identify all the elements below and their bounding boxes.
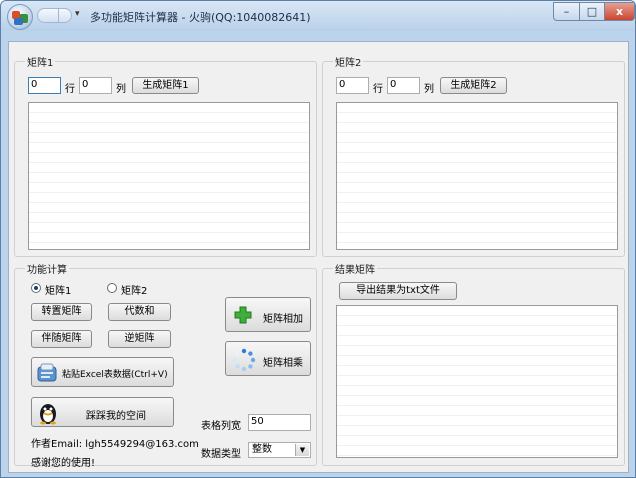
generate-matrix1-button[interactable]: 生成矩阵1 <box>132 77 199 94</box>
matrix1-cols-label: 列 <box>116 84 126 95</box>
adjoint-button[interactable]: 伴随矩阵 <box>31 330 92 348</box>
matrix1-radio[interactable] <box>31 283 41 293</box>
matrix2-radio[interactable] <box>107 283 117 293</box>
quick-access-back-button[interactable] <box>37 8 59 23</box>
matrix2-cols-input[interactable]: 0 <box>387 77 420 94</box>
quick-access-forward-button[interactable] <box>58 8 72 23</box>
inverse-button[interactable]: 逆矩阵 <box>108 330 171 348</box>
paste-excel-button[interactable]: 粘贴Excel表数据(Ctrl+V) <box>31 357 174 387</box>
matrix2-rows-label: 行 <box>373 84 383 95</box>
functions-group: 功能计算 矩阵1 矩阵2 转置矩阵 代数和 伴随矩阵 逆矩阵 粘贴Excel表数… <box>14 261 317 469</box>
qq-penguin-icon <box>40 404 56 425</box>
functions-legend: 功能计算 <box>25 261 69 276</box>
minimize-button[interactable]: – <box>553 2 580 21</box>
result-grid[interactable] <box>336 305 618 458</box>
thanks-text: 感谢您的使用! <box>31 458 96 469</box>
green-plus-icon <box>234 306 252 324</box>
matrix1-cols-input[interactable]: 0 <box>79 77 112 94</box>
app-orb-icon[interactable] <box>7 4 33 30</box>
paste-clipboard-icon <box>37 363 57 382</box>
matrix-multiply-label: 矩阵相乘 <box>263 358 303 369</box>
matrix2-grid[interactable] <box>336 102 618 250</box>
window-title: 多功能矩阵计算器 - 火驹(QQ:1040082641) <box>90 11 311 24</box>
cofactor-button[interactable]: 代数和 <box>108 303 171 321</box>
author-email: 作者Email: lgh5549294@163.com <box>31 439 199 450</box>
col-width-input[interactable]: 50 <box>248 414 311 431</box>
matrix1-rows-label: 行 <box>65 84 75 95</box>
matrix1-legend: 矩阵1 <box>25 54 56 69</box>
chevron-down-icon: ▼ <box>295 444 309 456</box>
matrix2-rows-input[interactable]: 0 <box>336 77 369 94</box>
matrix1-rows-input[interactable]: 0 <box>28 77 61 94</box>
visit-space-label: 踩踩我的空间 <box>86 411 146 422</box>
data-type-value: 整数 <box>252 444 272 455</box>
matrix-add-label: 矩阵相加 <box>263 314 303 325</box>
app-window: ▾ 多功能矩阵计算器 - 火驹(QQ:1040082641) – □ x 矩阵1… <box>0 0 636 478</box>
matrix2-cols-label: 列 <box>424 84 434 95</box>
matrix2-legend: 矩阵2 <box>333 54 364 69</box>
data-type-label: 数据类型 <box>201 449 241 460</box>
matrix2-radio-label: 矩阵2 <box>121 286 148 297</box>
export-txt-button[interactable]: 导出结果为txt文件 <box>339 282 457 300</box>
title-bar: ▾ 多功能矩阵计算器 - 火驹(QQ:1040082641) – □ x <box>1 1 635 31</box>
matrix1-grid[interactable] <box>28 102 310 250</box>
result-legend: 结果矩阵 <box>333 261 377 276</box>
matrix1-group: 矩阵1 0 行 0 列 生成矩阵1 <box>14 54 317 257</box>
generate-matrix2-button[interactable]: 生成矩阵2 <box>440 77 507 94</box>
matrix1-radio-label: 矩阵1 <box>45 286 72 297</box>
matrix-add-button[interactable]: 矩阵相加 <box>225 297 311 332</box>
maximize-button[interactable]: □ <box>579 2 605 21</box>
matrix2-group: 矩阵2 0 行 0 列 生成矩阵2 <box>322 54 625 257</box>
matrix-multiply-button[interactable]: 矩阵相乘 <box>225 341 311 376</box>
visit-space-button[interactable]: 踩踩我的空间 <box>31 397 174 427</box>
col-width-label: 表格列宽 <box>201 421 241 432</box>
client-area: 矩阵1 0 行 0 列 生成矩阵1 矩阵2 0 行 0 列 生成矩阵2 功能计算… <box>8 41 629 473</box>
paste-excel-label: 粘贴Excel表数据(Ctrl+V) <box>62 370 168 380</box>
close-button[interactable]: x <box>604 2 635 21</box>
quick-access-dropdown-icon[interactable]: ▾ <box>75 9 80 19</box>
transpose-button[interactable]: 转置矩阵 <box>31 303 92 321</box>
data-type-select[interactable]: 整数 ▼ <box>248 442 311 458</box>
spinner-icon <box>232 348 256 372</box>
result-group: 结果矩阵 导出结果为txt文件 <box>322 261 625 466</box>
